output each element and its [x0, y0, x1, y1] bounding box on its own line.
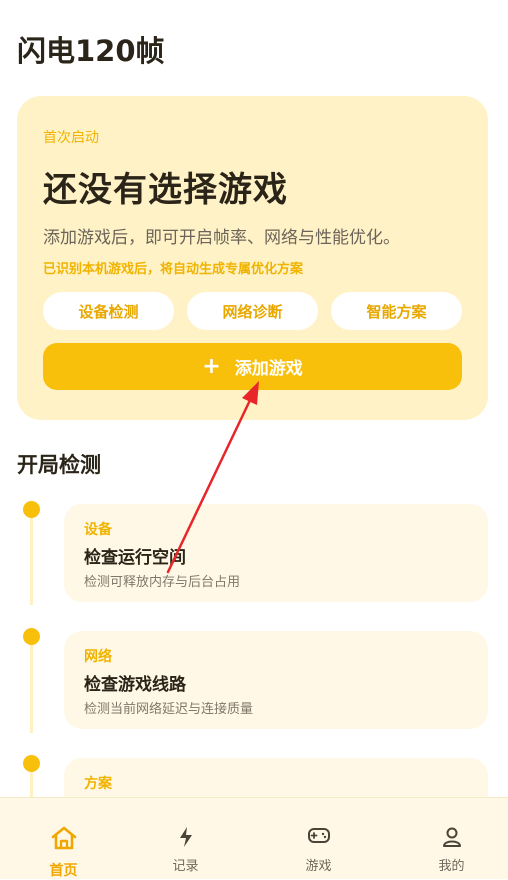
check-category: 设备 [84, 522, 112, 538]
user-icon [388, 826, 508, 850]
check-title: 检查游戏线路 [84, 675, 186, 695]
check-category: 网络 [84, 649, 112, 665]
smart-plan-chip[interactable]: 智能方案 [331, 292, 462, 330]
check-category: 方案 [84, 776, 112, 792]
tab-records-label: 记录 [172, 859, 199, 874]
device-check-chip[interactable]: 设备检测 [43, 292, 174, 330]
tab-home[interactable]: 首页 [0, 798, 127, 880]
tab-me[interactable]: 我的 [388, 798, 508, 880]
add-game-button[interactable]: + 添加游戏 [43, 343, 462, 390]
tab-games-label: 游戏 [305, 859, 332, 874]
timeline-dot [23, 501, 40, 518]
first-launch-eyebrow: 首次启动 [43, 130, 99, 146]
home-icon [0, 825, 127, 850]
tab-games[interactable]: 游戏 [255, 798, 382, 880]
check-subtitle: 检测当前网络延迟与连接质量 [84, 702, 254, 717]
network-diagnosis-chip[interactable]: 网络诊断 [187, 292, 318, 330]
first-launch-card: 首次启动 还没有选择游戏 添加游戏后，即可开启帧率、网络与性能优化。 已识别本机… [17, 96, 488, 420]
check-card-device[interactable]: 设备 检查运行空间 检测可释放内存与后台占用 [64, 504, 488, 602]
app-title: 闪电120帧 [17, 34, 165, 68]
timeline-line [30, 643, 33, 733]
check-title: 检查运行空间 [84, 548, 186, 568]
add-game-label: 添加游戏 [234, 359, 303, 379]
timeline-dot [23, 755, 40, 772]
hero-description: 添加游戏后，即可开启帧率、网络与性能优化。 [43, 228, 400, 248]
hero-note: 已识别本机游戏后，将自动生成专属优化方案 [43, 262, 304, 277]
no-game-headline: 还没有选择游戏 [43, 170, 288, 210]
checks-section-title: 开局检测 [17, 453, 101, 477]
tab-me-label: 我的 [438, 859, 465, 874]
timeline-dot [23, 628, 40, 645]
bottom-tab-bar: 首页 记录 游戏 我的 [0, 797, 508, 879]
check-card-network[interactable]: 网络 检查游戏线路 检测当前网络延迟与连接质量 [64, 631, 488, 729]
check-subtitle: 检测可释放内存与后台占用 [84, 575, 241, 590]
gamepad-icon [255, 826, 382, 850]
tab-records[interactable]: 记录 [122, 798, 249, 880]
timeline-line [30, 770, 33, 800]
tab-home-label: 首页 [49, 863, 78, 879]
lightning-icon [122, 826, 249, 850]
plus-icon: + [202, 353, 221, 379]
timeline-line [30, 515, 33, 605]
